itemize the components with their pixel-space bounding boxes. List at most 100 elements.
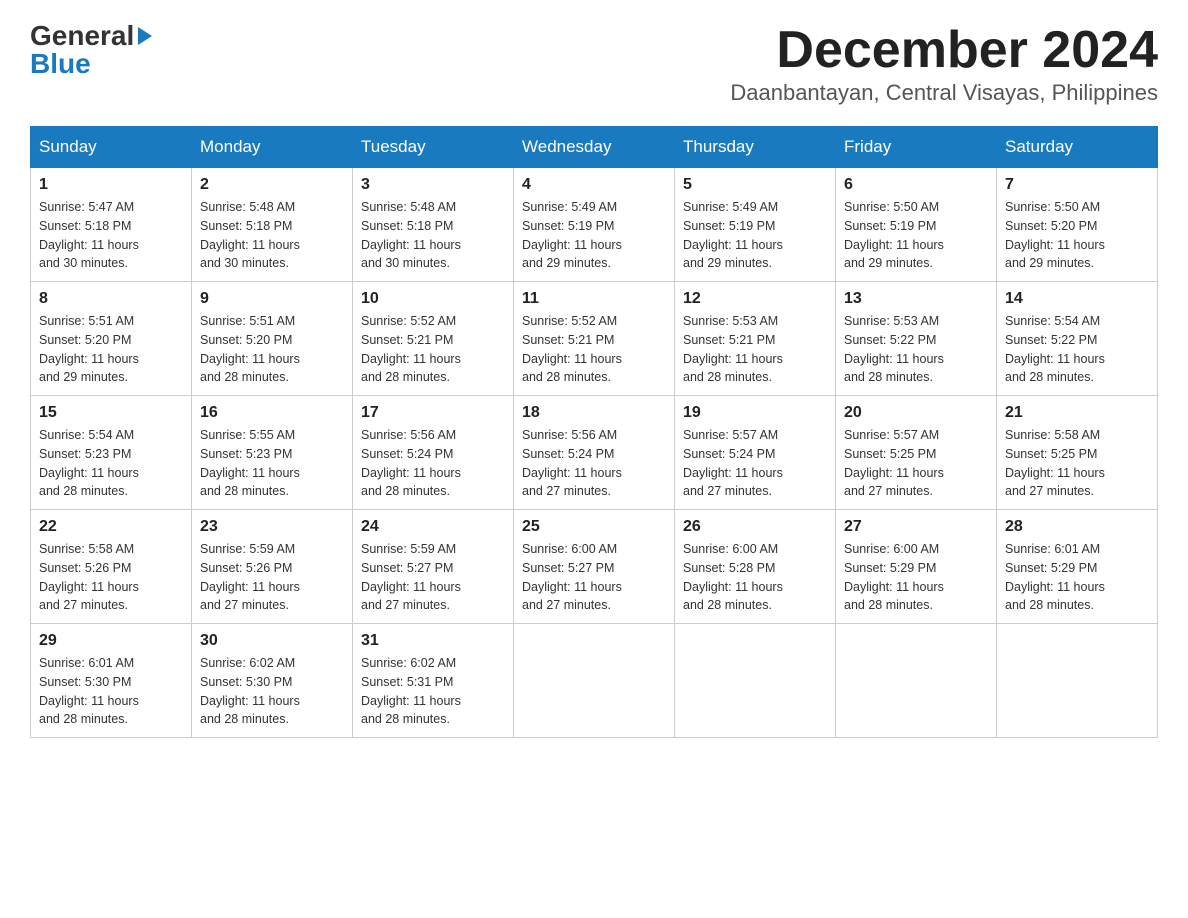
- day-info: Sunrise: 6:00 AMSunset: 5:28 PMDaylight:…: [683, 540, 827, 615]
- day-number: 4: [522, 176, 666, 194]
- day-number: 15: [39, 404, 183, 422]
- calendar-day-cell: 27Sunrise: 6:00 AMSunset: 5:29 PMDayligh…: [836, 510, 997, 624]
- day-number: 9: [200, 290, 344, 308]
- calendar-day-cell: 2 Sunrise: 5:48 AMSunset: 5:18 PMDaylight…: [192, 168, 353, 282]
- calendar-day-cell: 31 Sunrise: 6:02 AMSunset: 5:31 PMDayligh…: [353, 624, 514, 738]
- calendar-day-cell: [836, 624, 997, 738]
- day-info: Sunrise: 5:52 AMSunset: 5:21 PMDaylight:…: [361, 312, 505, 387]
- calendar-table: Sunday Monday Tuesday Wednesday Thursday…: [30, 126, 1158, 738]
- calendar-day-cell: 10 Sunrise: 5:52 AMSunset: 5:21 PMDayligh…: [353, 282, 514, 396]
- day-number: 12: [683, 290, 827, 308]
- day-number: 23: [200, 518, 344, 536]
- calendar-day-cell: 1 Sunrise: 5:47 AMSunset: 5:18 PMDaylight…: [31, 168, 192, 282]
- day-info: Sunrise: 6:00 AMSunset: 5:27 PMDaylight:…: [522, 540, 666, 615]
- calendar-day-cell: 20 Sunrise: 5:57 AMSunset: 5:25 PMDayligh…: [836, 396, 997, 510]
- day-number: 20: [844, 404, 988, 422]
- logo-triangle-icon: [138, 27, 152, 45]
- day-number: 31: [361, 632, 505, 650]
- calendar-day-cell: 24 Sunrise: 5:59 AMSunset: 5:27 PMDayligh…: [353, 510, 514, 624]
- day-number: 16: [200, 404, 344, 422]
- header-tuesday: Tuesday: [353, 127, 514, 168]
- day-info: Sunrise: 5:58 AMSunset: 5:25 PMDaylight:…: [1005, 426, 1149, 501]
- calendar-day-cell: 30 Sunrise: 6:02 AMSunset: 5:30 PMDayligh…: [192, 624, 353, 738]
- location-subtitle: Daanbantayan, Central Visayas, Philippin…: [730, 80, 1158, 106]
- calendar-day-cell: 13Sunrise: 5:53 AMSunset: 5:22 PMDayligh…: [836, 282, 997, 396]
- header-thursday: Thursday: [675, 127, 836, 168]
- calendar-day-cell: 3Sunrise: 5:48 AMSunset: 5:18 PMDaylight…: [353, 168, 514, 282]
- day-info: Sunrise: 5:56 AMSunset: 5:24 PMDaylight:…: [522, 426, 666, 501]
- calendar-day-cell: 11Sunrise: 5:52 AMSunset: 5:21 PMDayligh…: [514, 282, 675, 396]
- day-number: 30: [200, 632, 344, 650]
- day-number: 5: [683, 176, 827, 194]
- calendar-week-row: 22 Sunrise: 5:58 AMSunset: 5:26 PMDayligh…: [31, 510, 1158, 624]
- calendar-day-cell: 12 Sunrise: 5:53 AMSunset: 5:21 PMDayligh…: [675, 282, 836, 396]
- header-sunday: Sunday: [31, 127, 192, 168]
- day-info: Sunrise: 5:58 AMSunset: 5:26 PMDaylight:…: [39, 540, 183, 615]
- day-info: Sunrise: 5:53 AMSunset: 5:21 PMDaylight:…: [683, 312, 827, 387]
- day-info: Sunrise: 5:54 AMSunset: 5:22 PMDaylight:…: [1005, 312, 1149, 387]
- calendar-day-cell: 18 Sunrise: 5:56 AMSunset: 5:24 PMDayligh…: [514, 396, 675, 510]
- calendar-week-row: 29 Sunrise: 6:01 AMSunset: 5:30 PMDayligh…: [31, 624, 1158, 738]
- day-info: Sunrise: 5:59 AMSunset: 5:27 PMDaylight:…: [361, 540, 505, 615]
- title-section: December 2024 Daanbantayan, Central Visa…: [730, 20, 1158, 106]
- calendar-day-cell: 16 Sunrise: 5:55 AMSunset: 5:23 PMDayligh…: [192, 396, 353, 510]
- day-info: Sunrise: 6:01 AMSunset: 5:29 PMDaylight:…: [1005, 540, 1149, 615]
- calendar-week-row: 1 Sunrise: 5:47 AMSunset: 5:18 PMDaylight…: [31, 168, 1158, 282]
- day-number: 11: [522, 290, 666, 308]
- day-info: Sunrise: 5:48 AMSunset: 5:18 PMDaylight:…: [200, 198, 344, 273]
- day-number: 29: [39, 632, 183, 650]
- day-info: Sunrise: 6:02 AMSunset: 5:31 PMDaylight:…: [361, 654, 505, 729]
- calendar-week-row: 8 Sunrise: 5:51 AMSunset: 5:20 PMDaylight…: [31, 282, 1158, 396]
- day-info: Sunrise: 6:01 AMSunset: 5:30 PMDaylight:…: [39, 654, 183, 729]
- header-saturday: Saturday: [997, 127, 1158, 168]
- calendar-day-cell: [997, 624, 1158, 738]
- day-number: 17: [361, 404, 505, 422]
- day-number: 18: [522, 404, 666, 422]
- calendar-day-cell: 17 Sunrise: 5:56 AMSunset: 5:24 PMDayligh…: [353, 396, 514, 510]
- day-number: 1: [39, 176, 183, 194]
- calendar-day-cell: 14 Sunrise: 5:54 AMSunset: 5:22 PMDayligh…: [997, 282, 1158, 396]
- calendar-day-cell: 25 Sunrise: 6:00 AMSunset: 5:27 PMDayligh…: [514, 510, 675, 624]
- header: General Blue December 2024 Daanbantayan,…: [30, 20, 1158, 106]
- day-number: 21: [1005, 404, 1149, 422]
- calendar-day-cell: 21 Sunrise: 5:58 AMSunset: 5:25 PMDayligh…: [997, 396, 1158, 510]
- calendar-day-cell: 15 Sunrise: 5:54 AMSunset: 5:23 PMDayligh…: [31, 396, 192, 510]
- day-info: Sunrise: 5:57 AMSunset: 5:25 PMDaylight:…: [844, 426, 988, 501]
- header-wednesday: Wednesday: [514, 127, 675, 168]
- day-number: 28: [1005, 518, 1149, 536]
- day-number: 8: [39, 290, 183, 308]
- calendar-day-cell: 28 Sunrise: 6:01 AMSunset: 5:29 PMDayligh…: [997, 510, 1158, 624]
- day-info: Sunrise: 5:56 AMSunset: 5:24 PMDaylight:…: [361, 426, 505, 501]
- day-info: Sunrise: 5:51 AMSunset: 5:20 PMDaylight:…: [39, 312, 183, 387]
- day-info: Sunrise: 5:49 AMSunset: 5:19 PMDaylight:…: [522, 198, 666, 273]
- day-info: Sunrise: 6:02 AMSunset: 5:30 PMDaylight:…: [200, 654, 344, 729]
- day-info: Sunrise: 5:57 AMSunset: 5:24 PMDaylight:…: [683, 426, 827, 501]
- day-number: 26: [683, 518, 827, 536]
- day-info: Sunrise: 6:00 AMSunset: 5:29 PMDaylight:…: [844, 540, 988, 615]
- day-number: 14: [1005, 290, 1149, 308]
- calendar-day-cell: 5Sunrise: 5:49 AMSunset: 5:19 PMDaylight…: [675, 168, 836, 282]
- day-info: Sunrise: 5:50 AMSunset: 5:19 PMDaylight:…: [844, 198, 988, 273]
- calendar-day-cell: 8 Sunrise: 5:51 AMSunset: 5:20 PMDaylight…: [31, 282, 192, 396]
- day-number: 2: [200, 176, 344, 194]
- day-number: 7: [1005, 176, 1149, 194]
- day-info: Sunrise: 5:55 AMSunset: 5:23 PMDaylight:…: [200, 426, 344, 501]
- logo: General Blue: [30, 20, 152, 80]
- calendar-day-cell: 7 Sunrise: 5:50 AMSunset: 5:20 PMDaylight…: [997, 168, 1158, 282]
- day-info: Sunrise: 5:48 AMSunset: 5:18 PMDaylight:…: [361, 198, 505, 273]
- day-number: 24: [361, 518, 505, 536]
- day-info: Sunrise: 5:59 AMSunset: 5:26 PMDaylight:…: [200, 540, 344, 615]
- logo-blue-text: Blue: [30, 48, 91, 80]
- calendar-day-cell: [675, 624, 836, 738]
- day-number: 25: [522, 518, 666, 536]
- day-number: 22: [39, 518, 183, 536]
- calendar-day-cell: 4 Sunrise: 5:49 AMSunset: 5:19 PMDaylight…: [514, 168, 675, 282]
- day-info: Sunrise: 5:54 AMSunset: 5:23 PMDaylight:…: [39, 426, 183, 501]
- header-monday: Monday: [192, 127, 353, 168]
- calendar-day-cell: 22 Sunrise: 5:58 AMSunset: 5:26 PMDayligh…: [31, 510, 192, 624]
- calendar-day-cell: 23 Sunrise: 5:59 AMSunset: 5:26 PMDayligh…: [192, 510, 353, 624]
- day-number: 10: [361, 290, 505, 308]
- calendar-header-row: Sunday Monday Tuesday Wednesday Thursday…: [31, 127, 1158, 168]
- day-info: Sunrise: 5:50 AMSunset: 5:20 PMDaylight:…: [1005, 198, 1149, 273]
- day-info: Sunrise: 5:47 AMSunset: 5:18 PMDaylight:…: [39, 198, 183, 273]
